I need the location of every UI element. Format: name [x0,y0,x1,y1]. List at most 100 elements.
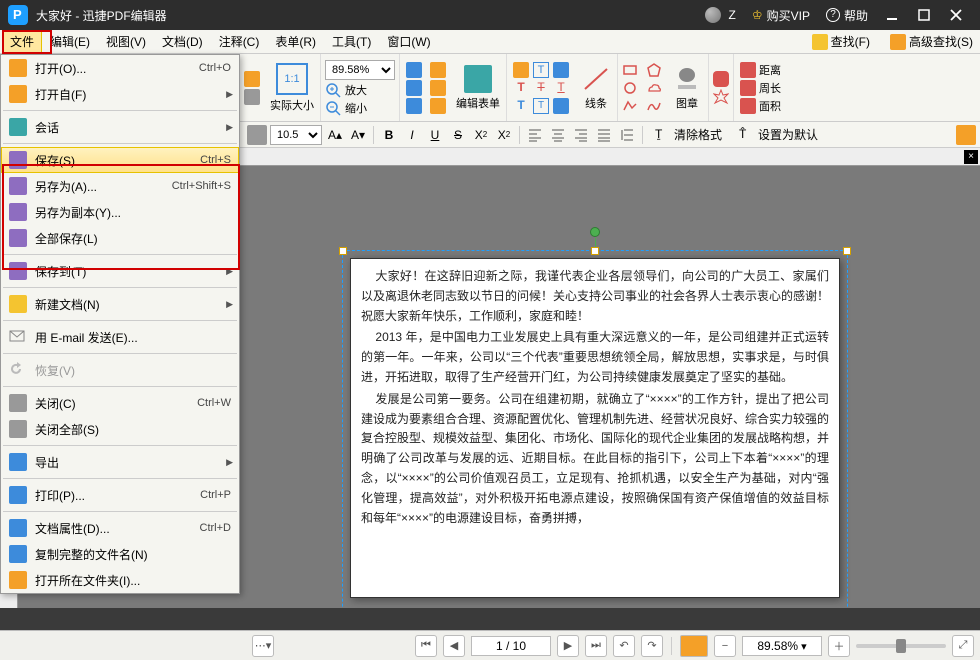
font-size-combo[interactable]: 10.5 [270,125,322,145]
handle-ne[interactable] [843,247,851,255]
menu-props[interactable]: 文档属性(D)...Ctrl+D [1,515,239,541]
zoom-out-button[interactable]: − [714,635,736,657]
perimeter-icon[interactable] [740,80,756,96]
user-label[interactable]: Z [729,8,736,22]
zoom-out-icon[interactable] [325,100,341,116]
T-blue-icon[interactable]: T [513,98,529,114]
bold-icon[interactable]: B [379,125,399,145]
minimize-button[interactable] [876,4,908,26]
menu-window[interactable]: 窗口(W) [379,30,438,53]
freehand-icon[interactable] [646,98,662,114]
distance-icon[interactable] [740,62,756,78]
menu-export[interactable]: 导出▶ [1,449,239,475]
menu-copy-name[interactable]: 复制完整的文件名(N) [1,541,239,567]
menu-open[interactable]: 打开(O)...Ctrl+O [1,55,239,81]
menu-edit[interactable]: 编辑(E) [42,30,98,53]
zoom-combo[interactable]: 89.58% [325,60,395,80]
actual-size-group[interactable]: 1:1 实际大小 [264,54,321,121]
close-button[interactable] [940,4,972,26]
stamp-group[interactable]: 图章 [666,54,709,121]
view-mode-button[interactable] [680,635,708,657]
page[interactable]: 大家好！在这辞旧迎新之际，我谨代表企业各层领导们，向公司的广大员工、家属们以及离… [350,258,840,598]
globe-icon[interactable] [705,7,721,23]
handle-nw[interactable] [339,247,347,255]
cloud-icon[interactable] [646,80,662,96]
align-right-icon[interactable] [571,125,591,145]
rect-icon[interactable] [622,62,638,78]
menu-email[interactable]: 用 E-mail 发送(E)... [1,324,239,350]
font-dec-icon[interactable]: A▾ [348,125,368,145]
nav-fwd-button[interactable]: ↷ [641,635,663,657]
buy-vip-button[interactable]: ♔购买VIP [752,7,810,24]
area-icon[interactable] [740,98,756,114]
find-button[interactable]: 查找(F) [805,31,877,52]
menu-close-all[interactable]: 关闭全部(S) [1,416,239,442]
menu-session[interactable]: 会话▶ [1,114,239,140]
page-icon-3[interactable] [406,98,422,114]
menu-save-copy[interactable]: 另存为副本(Y)... [1,199,239,225]
zoom-in-button[interactable]: ＋ [828,635,850,657]
options-button[interactable]: ⋯▾ [252,635,274,657]
style-icon[interactable] [247,125,267,145]
menu-document[interactable]: 文档(D) [154,30,211,53]
T-box-icon[interactable]: T [533,98,549,114]
T-under-icon[interactable]: T [553,80,569,96]
underline-icon[interactable]: U [425,125,445,145]
align-justify-icon[interactable] [594,125,614,145]
menu-print[interactable]: 打印(P)...Ctrl+P [1,482,239,508]
doc-close-button[interactable]: × [964,150,978,164]
rotate-handle[interactable] [590,227,600,237]
nav-back-button[interactable]: ↶ [613,635,635,657]
menu-open-from[interactable]: 打开自(F)▶ [1,81,239,107]
layout-icon-1[interactable] [430,62,446,78]
menu-open-folder[interactable]: 打开所在文件夹(I)... [1,567,239,593]
T-red-icon[interactable]: T [513,80,529,96]
italic-icon[interactable]: I [402,125,422,145]
lines-group[interactable]: 线条 [575,54,618,121]
menu-tools[interactable]: 工具(T) [324,30,379,53]
tool-icon[interactable] [244,89,260,105]
menu-file[interactable]: 文件 [2,30,42,53]
superscript-icon[interactable]: X2 [494,125,514,145]
circle-icon[interactable] [622,80,638,96]
sel-tool-icon[interactable] [553,62,569,78]
layout-icon-2[interactable] [430,80,446,96]
polyline-icon[interactable] [622,98,638,114]
strike-icon[interactable]: S [448,125,468,145]
menu-save-as[interactable]: 另存为(A)...Ctrl+Shift+S [1,173,239,199]
burst-icon[interactable] [713,89,729,105]
text-tool-icon[interactable] [513,62,529,78]
menu-save-to[interactable]: 保存到(T)▶ [1,258,239,284]
polygon-icon[interactable] [646,62,662,78]
T-strike-icon[interactable]: T [533,80,549,96]
last-page-button[interactable]: ⏭ [585,635,607,657]
palette-icon[interactable] [956,125,976,145]
subscript-icon[interactable]: X2 [471,125,491,145]
font-inc-icon[interactable]: A▴ [325,125,345,145]
menu-save-all[interactable]: 全部保存(L) [1,225,239,251]
page-icon-2[interactable] [406,80,422,96]
menu-form[interactable]: 表单(R) [267,30,324,53]
help-button[interactable]: ? 帮助 [826,7,868,24]
clear-format-button[interactable]: Ṯ清除格式 [648,124,729,145]
zoom-thumb[interactable] [896,639,906,653]
page-icon-1[interactable] [406,62,422,78]
menu-new-doc[interactable]: 新建文档(N)▶ [1,291,239,317]
advanced-find-button[interactable]: 高级查找(S) [883,31,980,52]
first-page-button[interactable]: ⏮ [415,635,437,657]
set-default-button[interactable]: T̂设置为默认 [732,124,825,145]
zoom-slider[interactable] [856,644,946,648]
maximize-button[interactable] [908,4,940,26]
menu-view[interactable]: 视图(V) [98,30,154,53]
fit-button[interactable]: ⤢ [952,635,974,657]
speaker-icon[interactable] [553,98,569,114]
align-center-icon[interactable] [548,125,568,145]
menu-save[interactable]: 保存(S)Ctrl+S [1,147,239,173]
zoom-value[interactable]: 89.58% ▾ [742,636,822,656]
next-page-button[interactable]: ▶ [557,635,579,657]
page-indicator[interactable]: 1 / 10 [471,636,551,656]
menu-close[interactable]: 关闭(C)Ctrl+W [1,390,239,416]
handle-n[interactable] [591,247,599,255]
T-icon[interactable]: T [533,62,549,78]
edit-form-group[interactable]: 编辑表单 [450,54,507,121]
